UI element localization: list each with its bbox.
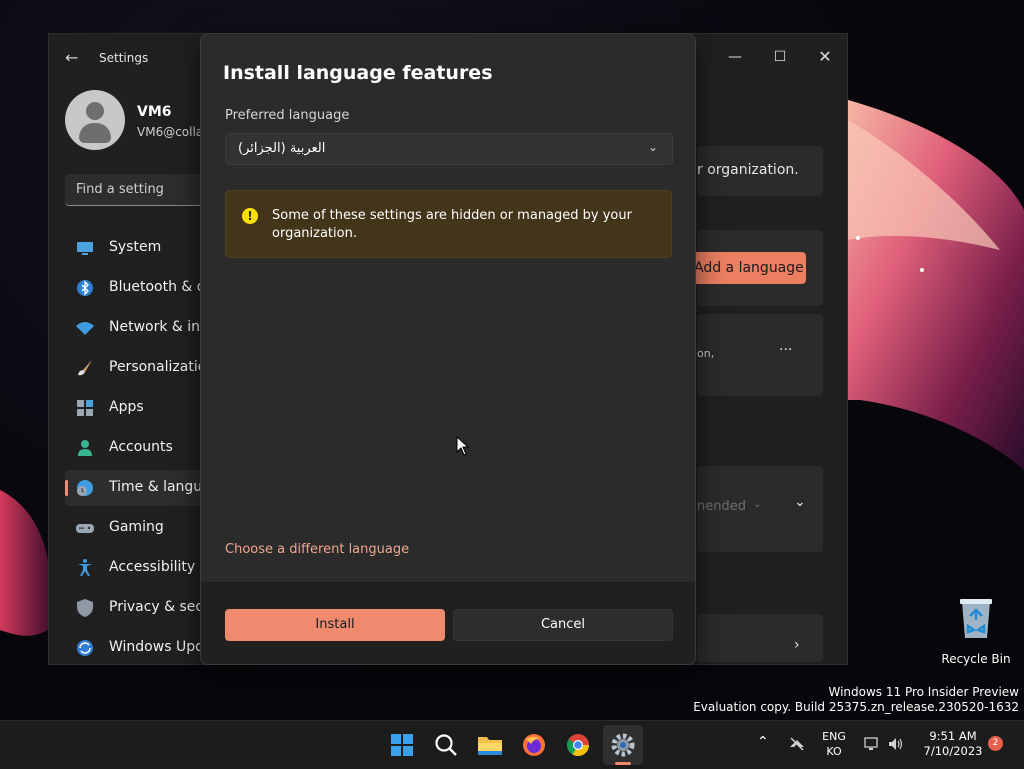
evaluation-watermark: Windows 11 Pro Insider Preview Evaluatio… (693, 685, 1019, 715)
chrome-icon[interactable] (562, 729, 594, 761)
display-network-icon[interactable] (863, 735, 881, 753)
update-icon (77, 640, 93, 656)
selected-language-value: العربية (الجزائر) (238, 141, 326, 156)
sidebar-item-accessibility[interactable]: Accessibility (65, 550, 205, 586)
add-language-button[interactable]: Add a language (692, 252, 806, 284)
avatar (65, 90, 125, 150)
maximize-button[interactable]: ☐ (765, 42, 795, 72)
warning-text: Some of these settings are hidden or man… (272, 208, 632, 241)
taskbar: ⌃ ENG KO 9:51 AM 7/10/2023 (0, 720, 1024, 769)
close-button[interactable]: ✕ (810, 42, 840, 72)
shield-icon (77, 599, 93, 617)
related-settings-card (697, 614, 823, 662)
bluetooth-icon (77, 280, 93, 296)
watermark-line-2: Evaluation copy. Build 25375.zn_release.… (693, 700, 1019, 714)
chevron-down-icon: ⌄ (647, 140, 658, 154)
minimize-button[interactable]: — (720, 42, 750, 72)
network-disconnected-icon[interactable] (788, 735, 806, 753)
sidebar-item-label: Network & inte (109, 319, 215, 335)
sidebar-item-time-language[interactable]: Time & langua (65, 470, 211, 506)
show-hidden-icons-chevron-icon[interactable]: ⌃ (757, 735, 769, 750)
watermark-line-1: Windows 11 Pro Insider Preview (828, 685, 1019, 699)
warning-icon: ! (242, 208, 258, 224)
lang-line-1: ENG (822, 730, 846, 743)
sidebar-item-personalization[interactable]: Personalization (65, 350, 215, 386)
install-language-dialog: Install language features Preferred lang… (200, 33, 696, 665)
wifi-icon (76, 322, 94, 335)
language-item-card (697, 314, 823, 396)
sidebar-item-label: System (109, 239, 162, 255)
org-notice-text: r organization. (697, 162, 799, 178)
app-title: Settings (99, 51, 149, 65)
notification-badge[interactable]: 2 (988, 736, 1003, 751)
recycle-bin-label: Recycle Bin (941, 652, 1011, 666)
more-options-button[interactable]: ··· (779, 342, 792, 358)
clock-time: 9:51 AM (929, 729, 977, 743)
sidebar-item-label: Apps (109, 399, 144, 415)
cancel-button[interactable]: Cancel (453, 609, 673, 641)
person-icon (78, 440, 92, 456)
dropdown-chevron-icon: ⌄ (753, 499, 762, 510)
start-icon[interactable] (386, 729, 418, 761)
dialog-footer: Install Cancel (201, 582, 695, 664)
active-app-indicator (615, 762, 631, 765)
sidebar-item-windows-update[interactable]: Windows Upda (65, 630, 213, 666)
firefox-icon[interactable] (518, 729, 550, 761)
settings-search-input[interactable]: Find a setting (65, 174, 205, 206)
settings-gear-icon[interactable] (607, 729, 639, 761)
sidebar-item-label: Accessibility (109, 559, 196, 575)
sidebar-item-system[interactable]: System (65, 230, 205, 266)
chevron-right-icon[interactable]: › (794, 637, 800, 653)
managed-settings-warning: ! Some of these settings are hidden or m… (225, 190, 672, 258)
clock-date: 7/10/2023 (923, 744, 983, 758)
sidebar-item-label: Windows Upda (109, 639, 213, 655)
lang-line-2: KO (826, 745, 842, 758)
sidebar-item-bluetooth[interactable]: Bluetooth & de (65, 270, 214, 306)
user-email: VM6@collal (137, 125, 207, 139)
sidebar-item-label: Gaming (109, 519, 164, 535)
sidebar-item-label: Bluetooth & de (109, 279, 215, 295)
sidebar-item-label: Time & langua (109, 479, 211, 495)
recommended-dropdown-text[interactable]: nended (697, 499, 746, 514)
search-icon[interactable] (430, 729, 462, 761)
add-language-label: Add a language (694, 260, 804, 276)
recycle-bin[interactable]: Recycle Bin (938, 596, 1014, 666)
expand-chevron-icon[interactable]: ⌄ (794, 494, 806, 510)
language-item-text: on, (697, 347, 715, 360)
sidebar-item-privacy[interactable]: Privacy & secur (65, 590, 218, 626)
monitor-icon (77, 242, 93, 255)
sidebar-item-label: Accounts (109, 439, 173, 455)
sidebar-item-network[interactable]: Network & inte (65, 310, 214, 346)
search-placeholder: Find a setting (76, 182, 164, 197)
accessibility-icon (78, 559, 92, 576)
sidebar-item-apps[interactable]: Apps (65, 390, 205, 426)
input-language-indicator[interactable]: ENG KO (820, 729, 848, 759)
globe-clock-icon (77, 480, 93, 496)
clock[interactable]: 9:51 AM 7/10/2023 (918, 729, 988, 759)
preferred-language-select[interactable]: العربية (الجزائر) ⌄ (225, 133, 673, 165)
apps-icon (77, 400, 93, 416)
recycle-bin-icon (960, 599, 992, 638)
user-name: VM6 (137, 104, 172, 120)
brush-icon (78, 360, 92, 376)
dialog-title: Install language features (223, 62, 493, 84)
install-button[interactable]: Install (225, 609, 445, 641)
sidebar-item-accounts[interactable]: Accounts (65, 430, 205, 466)
preferred-language-label: Preferred language (225, 108, 350, 123)
mouse-cursor-icon (456, 436, 470, 456)
volume-icon[interactable] (887, 735, 905, 753)
sidebar-item-gaming[interactable]: Gaming (65, 510, 205, 546)
file-explorer-icon[interactable] (474, 729, 506, 761)
choose-different-language-link[interactable]: Choose a different language (225, 542, 409, 557)
gamepad-icon (76, 524, 94, 533)
back-arrow-icon[interactable]: ← (65, 48, 78, 67)
